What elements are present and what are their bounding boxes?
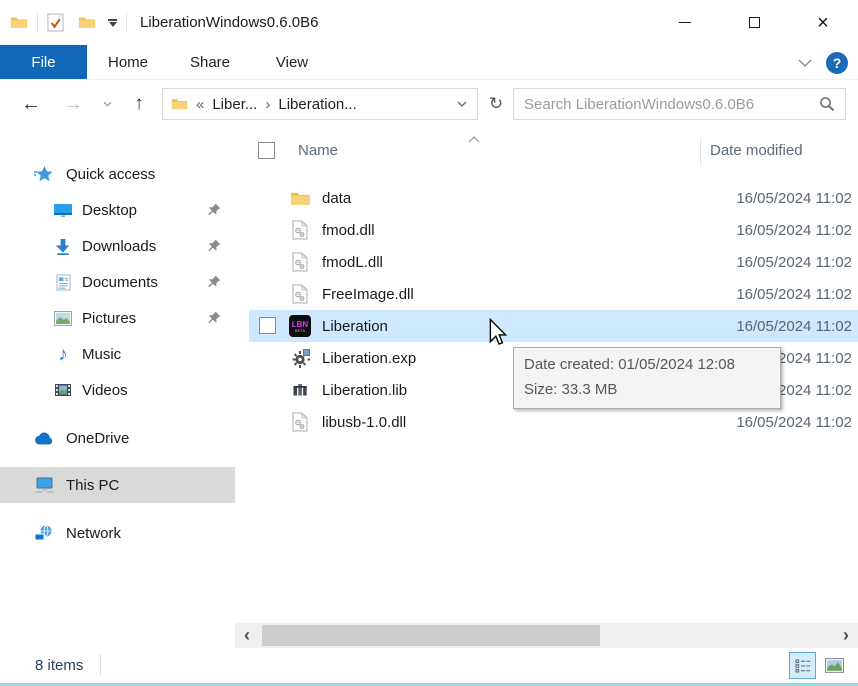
documents-icon [52,274,74,291]
tab-file[interactable]: File [0,45,87,79]
address-dropdown-chevron-icon[interactable] [457,101,467,107]
lib-file-icon [287,374,313,406]
new-folder-icon[interactable] [78,15,96,30]
address-bar[interactable]: « Liber... › Liberation... [162,88,478,120]
music-icon: ♪ [52,345,74,364]
network-icon [33,525,55,541]
refresh-button[interactable]: ↻ [482,88,510,120]
quick-access-toolbar [0,13,136,33]
details-view-button[interactable] [789,652,816,679]
sort-ascending-chevron-icon[interactable] [468,130,480,148]
dll-file-icon [287,406,313,438]
collapse-ribbon-chevron-icon[interactable] [798,54,812,72]
close-button[interactable]: × [800,0,846,45]
status-bar: 8 items [0,648,858,683]
toolbar-separator [126,13,127,33]
file-row-libusb-dll[interactable]: libusb-1.0.dll 16/05/2024 11:02 [235,406,858,438]
file-list-pane: Name Date modified data 16/05/2024 11:02… [235,128,858,623]
maximize-button[interactable] [731,0,777,45]
help-button[interactable]: ? [826,52,848,74]
scroll-right-arrow-icon[interactable]: › [836,623,856,648]
onedrive-cloud-icon [33,432,55,445]
sidebar-item-onedrive[interactable]: OneDrive [0,420,235,456]
minimize-button[interactable] [662,0,708,45]
column-header-date-modified[interactable]: Date modified [710,142,803,159]
folder-icon [10,15,28,30]
back-button[interactable]: ← [16,80,46,128]
sidebar-item-network[interactable]: Network [0,515,235,551]
pin-icon [207,203,221,217]
customize-toolbar-caret-icon[interactable] [108,19,117,27]
search-icon[interactable] [819,96,835,112]
mouse-cursor [488,318,508,352]
window-controls: × [639,0,846,45]
sidebar-item-quick-access[interactable]: Quick access [0,156,235,192]
column-divider[interactable] [700,138,701,166]
folder-icon [171,97,188,111]
maximize-icon [749,17,760,28]
breadcrumb-current[interactable]: Liberation... [276,96,358,113]
select-all-checkbox[interactable] [258,142,275,159]
status-divider [100,654,101,676]
exp-file-gear-icon [287,342,313,374]
column-header-name[interactable]: Name [298,142,338,159]
file-row-data[interactable]: data 16/05/2024 11:02 [235,182,858,214]
pin-icon [207,311,221,325]
file-row-fmod-dll[interactable]: fmod.dll 16/05/2024 11:02 [235,214,858,246]
sidebar-item-music[interactable]: ♪ Music [0,336,235,372]
sidebar-item-videos[interactable]: Videos [0,372,235,408]
pictures-icon [52,311,74,326]
file-row-freeimage-dll[interactable]: FreeImage.dll 16/05/2024 11:02 [235,278,858,310]
toolbar-separator [37,13,38,33]
file-row-liberation[interactable]: LBNBETA Liberation 16/05/2024 11:02 [235,310,858,342]
properties-check-icon[interactable] [47,13,64,32]
row-checkbox[interactable] [259,317,276,334]
sidebar-item-desktop[interactable]: Desktop [0,192,235,228]
navigation-bar: ← → ↑ « Liber... › Liberation... ↻ [0,80,858,128]
scroll-left-arrow-icon[interactable]: ‹ [237,623,257,648]
recent-locations-chevron-icon[interactable] [96,80,118,128]
liberation-app-icon: LBNBETA [287,310,313,342]
sidebar-item-pictures[interactable]: Pictures [0,300,235,336]
tooltip-size: Size: 33.3 MB [524,377,770,402]
items-count: 8 items [35,657,83,674]
tab-view[interactable]: View [251,45,333,79]
scrollbar-thumb[interactable] [262,625,600,646]
breadcrumb-separator-icon[interactable]: › [259,96,276,113]
horizontal-scrollbar[interactable]: ‹ › [235,623,858,648]
desktop-icon [52,202,74,218]
file-row-fmodl-dll[interactable]: fmodL.dll 16/05/2024 11:02 [235,246,858,278]
this-pc-icon [33,477,55,493]
navigation-pane: Quick access Desktop Downloads Documents… [0,128,235,623]
dll-file-icon [287,214,313,246]
sidebar-item-this-pc[interactable]: This PC [0,467,235,503]
breadcrumb-overflow-icon[interactable]: « [190,96,210,113]
tab-home[interactable]: Home [87,45,169,79]
videos-icon [52,383,74,397]
search-input[interactable] [514,96,819,113]
forward-button: → [58,80,88,128]
titlebar: LiberationWindows0.6.0B6 × [0,0,858,45]
thumbnails-view-button[interactable] [821,652,848,679]
search-box [513,88,846,120]
dll-file-icon [287,278,313,310]
tooltip-date-created: Date created: 01/05/2024 12:08 [524,352,770,377]
folder-icon [287,182,313,214]
sidebar-item-documents[interactable]: Documents [0,264,235,300]
dll-file-icon [287,246,313,278]
file-tooltip: Date created: 01/05/2024 12:08 Size: 33.… [513,347,781,409]
tab-share[interactable]: Share [169,45,251,79]
pin-icon [207,275,221,289]
downloads-icon [52,238,74,255]
pin-icon [207,239,221,253]
minimize-icon [679,22,691,23]
close-icon: × [817,13,829,33]
breadcrumb-parent[interactable]: Liber... [210,96,259,113]
window-title: LiberationWindows0.6.0B6 [140,14,318,31]
up-button[interactable]: ↑ [124,80,154,128]
sidebar-item-downloads[interactable]: Downloads [0,228,235,264]
ribbon-tab-bar: File Home Share View [0,45,858,80]
quick-access-star-icon [33,165,55,183]
